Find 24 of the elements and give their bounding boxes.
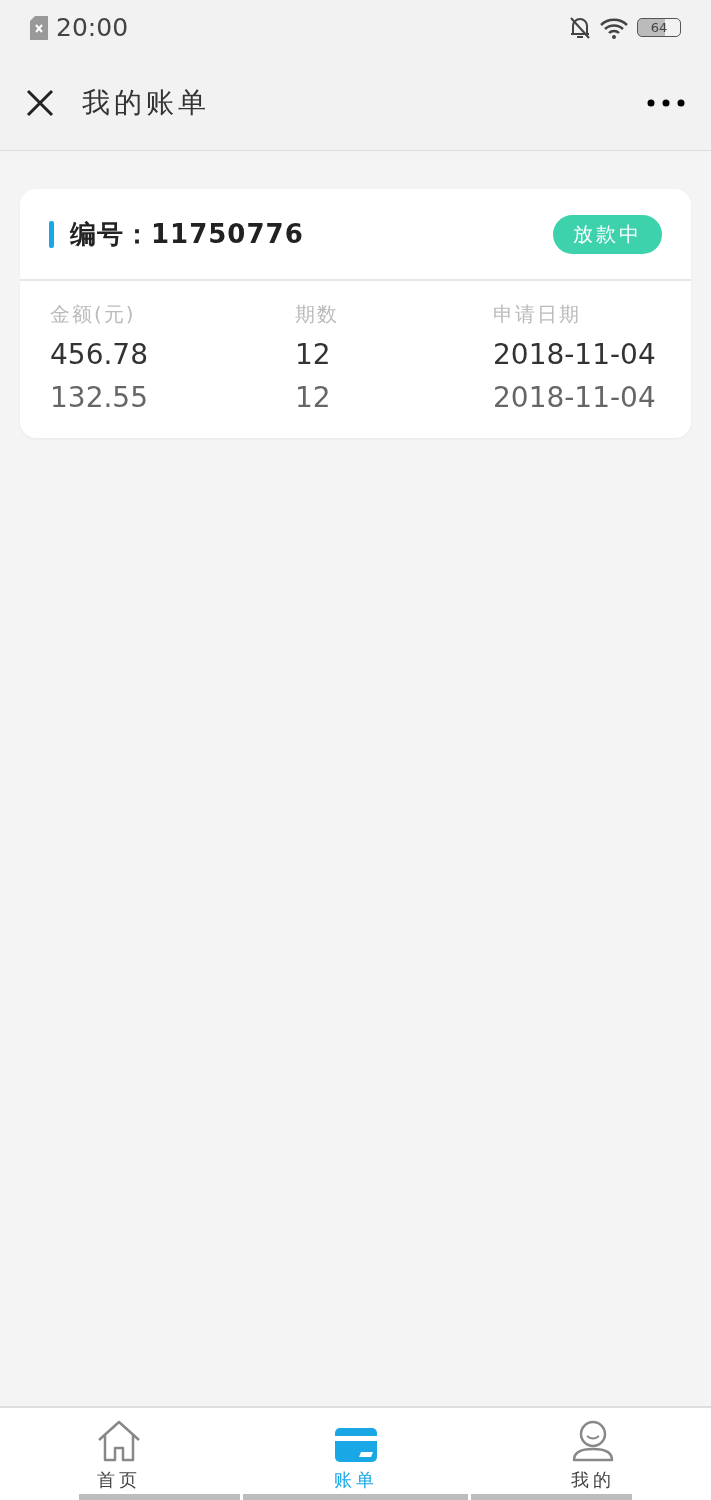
more-button[interactable] (647, 98, 685, 107)
close-button[interactable] (26, 88, 54, 117)
table-cell-text: 2018-11-04 (493, 338, 657, 371)
wifi-icon (599, 16, 629, 39)
table-cell-text: 456.78 (50, 338, 149, 371)
sim-card-icon (30, 15, 48, 40)
accent-bar (49, 220, 54, 248)
bill-number: 编号：11750776 (70, 217, 305, 251)
column-header: 期数 (295, 301, 340, 328)
page-title: 我的账单 (82, 84, 211, 121)
table-cell-text: 12 (295, 381, 332, 414)
tab-bar-item[interactable]: 首页 (0, 1408, 237, 1494)
battery-indicator: 64 (637, 18, 681, 37)
column-header: 金额(元) (50, 301, 137, 328)
table-cell-text: 12 (295, 338, 332, 371)
status-badge: 放款中 (553, 214, 662, 254)
muted-bell-icon (569, 15, 591, 40)
clock-time: 20:00 (56, 13, 129, 42)
table-cell-text: 2018-11-04 (493, 381, 657, 414)
card-icon (334, 1428, 377, 1462)
tab-bar-item[interactable]: 我的 (474, 1408, 711, 1494)
table-cell-text: 132.55 (50, 381, 149, 414)
person-icon (571, 1420, 614, 1462)
column-header: 申请日期 (493, 301, 582, 328)
